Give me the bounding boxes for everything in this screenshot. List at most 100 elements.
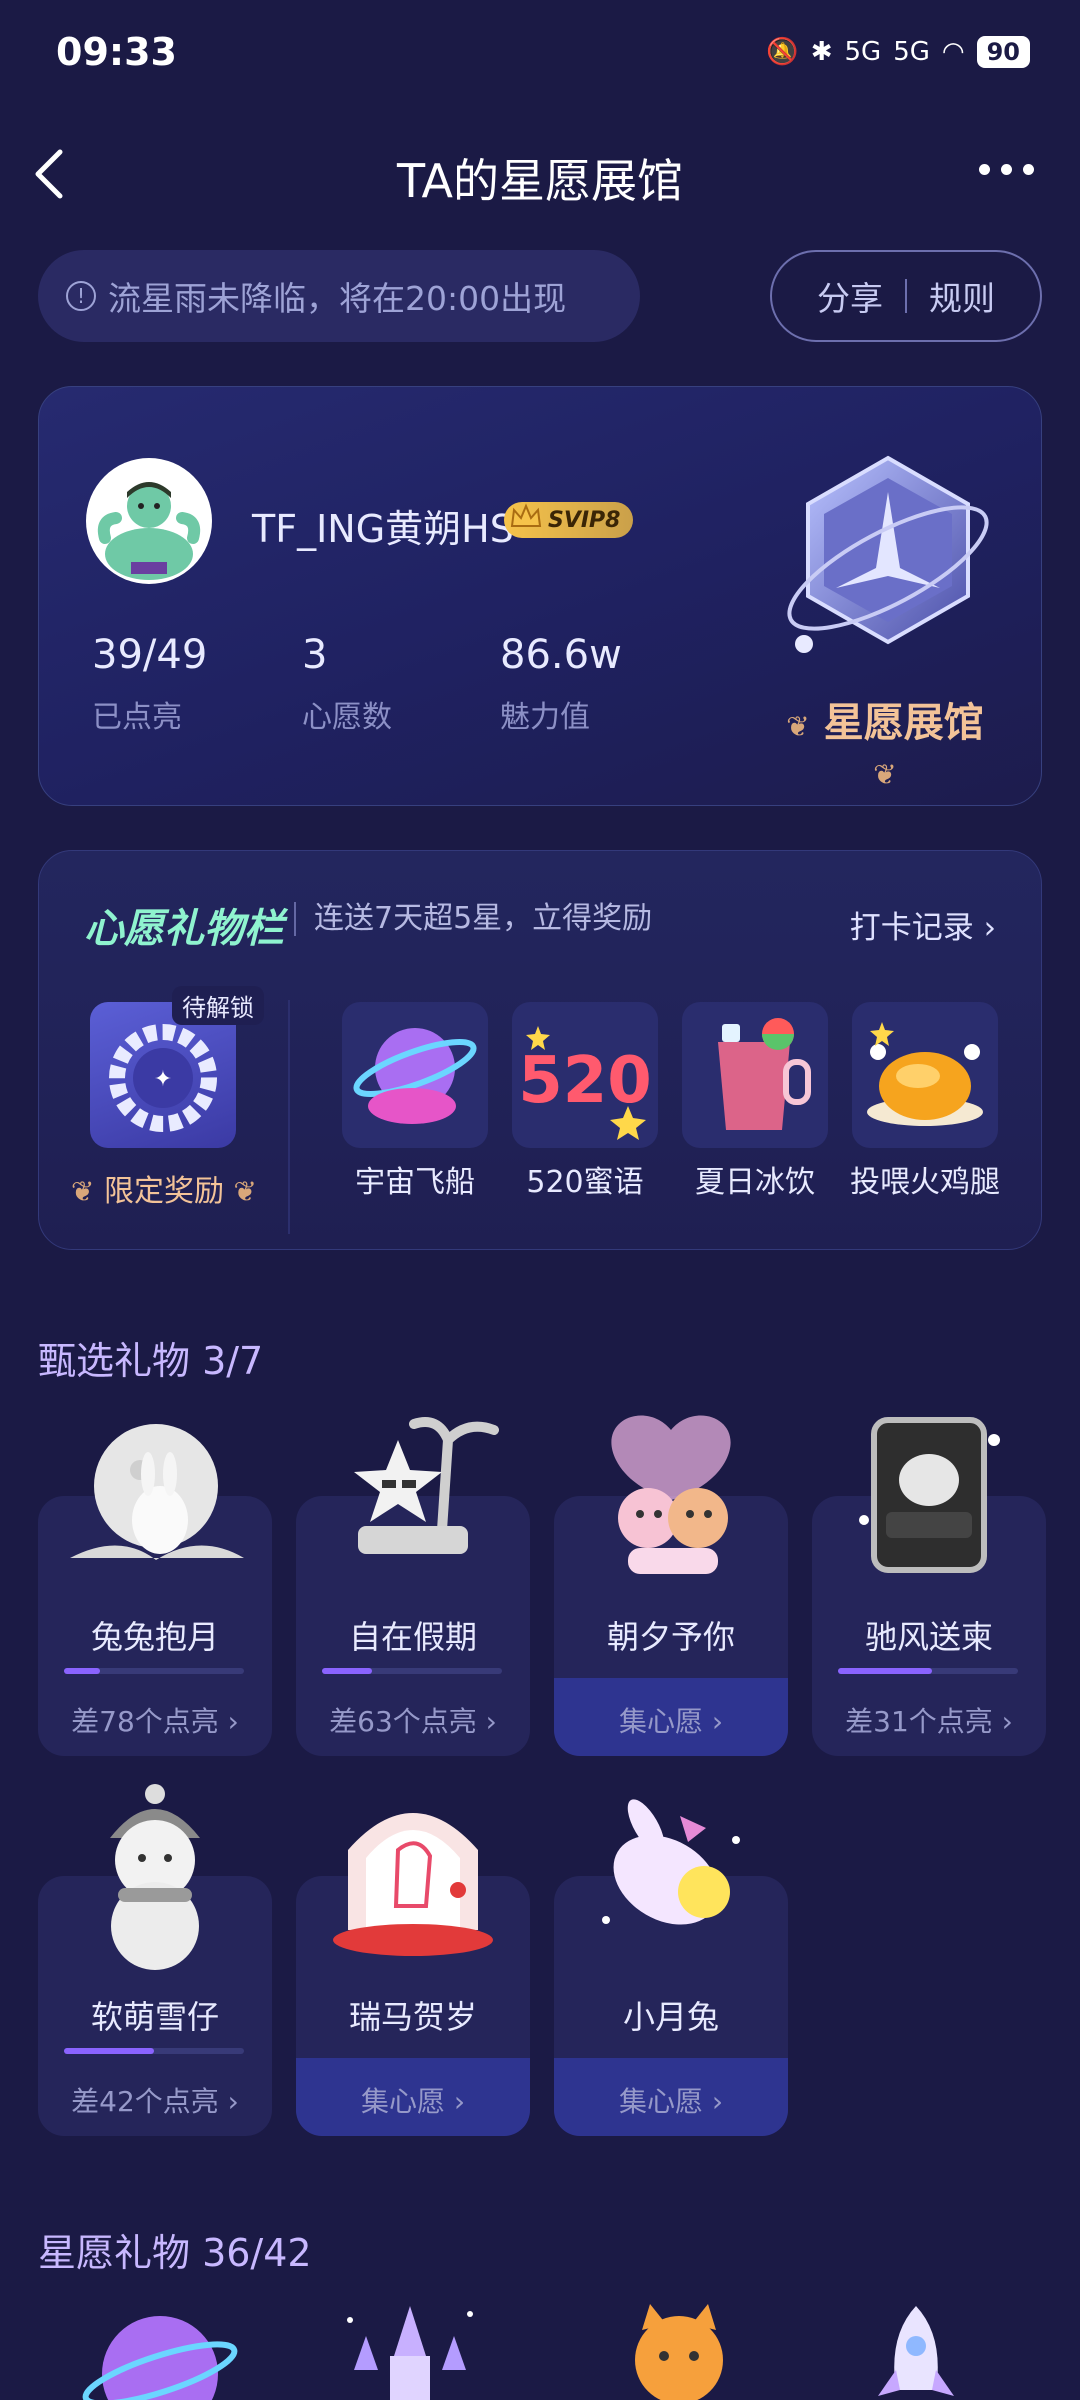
featured-gifts-title: 甄选礼物 3/7 (38, 1339, 264, 1383)
share-rules-pill: 分享 规则 (770, 250, 1042, 342)
page-title: TA的星愿展馆 (397, 154, 683, 208)
gift-label: 夏日冰饮 (695, 1165, 815, 1200)
gift-footer: 差31个点亮 › (812, 1700, 1046, 1740)
gift-label: 520蜜语 (526, 1165, 644, 1200)
moon-rabbit-image (70, 1424, 244, 1560)
gift-tile-520[interactable]: 520 (512, 1002, 658, 1148)
gift-footer: 差42个点亮 › (38, 2080, 272, 2120)
lucky-cat-gift-image (635, 2304, 723, 2400)
svg-text:520: 520 (518, 1044, 652, 1118)
progress-fill (64, 1668, 100, 1674)
meteor-notice: ! 流星雨未降临，将在20:00出现 (38, 250, 640, 342)
collect-wish-label: 集心愿 (618, 1705, 703, 1738)
progress-fill (322, 1668, 373, 1674)
stat-value: 39/49 (92, 632, 208, 678)
gift-footer: 差63个点亮 › (296, 1700, 530, 1740)
progress-bar (64, 2048, 244, 2054)
locked-tag: 待解锁 (172, 986, 264, 1025)
stat-charm: 86.6w 魅力值 (500, 632, 622, 736)
gift-tile-spaceship[interactable] (342, 1002, 488, 1148)
svip-badge: SVIP8 (504, 502, 633, 538)
info-icon: ! (66, 281, 96, 311)
gift-footer-text: 差63个点亮 (329, 1705, 477, 1738)
gift-footer: 差78个点亮 › (38, 1700, 272, 1740)
rules-button[interactable]: 规则 (929, 272, 995, 320)
checkin-record-label: 打卡记录 (849, 910, 974, 946)
chevron-right-icon: › (702, 2085, 724, 2118)
progress-bar (838, 1668, 1018, 1674)
mute-icon: 🔕 (766, 37, 799, 67)
gift-name: 软萌雪仔 (90, 1998, 219, 2036)
rocket-gift-image (878, 2306, 954, 2396)
collect-wish-button[interactable]: 集心愿 › (554, 1700, 788, 1740)
status-icons: 🔕 ✱ 5G 5G ◠ 90 (766, 36, 1030, 68)
progress-bar (64, 1668, 244, 1674)
chevron-right-icon: › (702, 1705, 724, 1738)
collect-wish-button[interactable]: 集心愿 › (554, 2080, 788, 2120)
gift-footer-text: 差31个点亮 (845, 1705, 993, 1738)
hall-label-text: 星愿展馆 (823, 700, 984, 746)
gift-name: 驰风送柬 (864, 1618, 993, 1656)
status-time: 09:33 (56, 30, 177, 74)
signal-icon: 5G (844, 37, 882, 67)
chevron-right-icon: › (992, 1705, 1013, 1738)
divider (905, 279, 907, 313)
star-gifts-title: 星愿礼物 36/42 (38, 2231, 312, 2275)
chevron-right-icon: › (476, 1705, 497, 1738)
gift-tile-turkey-leg[interactable] (852, 1002, 998, 1148)
horse-new-year-image (333, 1813, 493, 1956)
gift-tile-summer-drink[interactable] (682, 1002, 828, 1148)
stat-value: 3 (302, 632, 328, 678)
progress-bar (322, 1668, 502, 1674)
little-moon-rabbit-image (602, 1799, 740, 1925)
stat-label: 已点亮 (92, 700, 182, 735)
chevron-right-icon: › (218, 1705, 239, 1738)
username: TF_ING黄朔HS (252, 507, 514, 551)
stat-lit: 39/49 已点亮 (92, 632, 207, 736)
collect-wish-label: 集心愿 (360, 2085, 445, 2118)
free-holiday-image (354, 1417, 499, 1554)
wifi-icon: ◠ (941, 37, 965, 67)
chevron-right-icon: › (983, 910, 996, 946)
stat-value: 86.6w (500, 632, 622, 678)
notice-text: 流星雨未降临，将在20:00出现 (108, 279, 567, 318)
limited-reward-text: 限定奖励 (104, 1174, 224, 1209)
bluetooth-icon: ✱ (810, 37, 833, 67)
gift-name: 兔兔抱月 (90, 1618, 219, 1656)
chevron-right-icon: › (218, 2085, 239, 2118)
stat-label: 心愿数 (302, 700, 392, 735)
hall-label: ❦ 星愿展馆 ❦ (770, 690, 1000, 794)
limited-reward-label: ❦ 限定奖励 ❦ (64, 1166, 264, 1210)
avatar[interactable] (86, 458, 212, 584)
laurel-right-icon: ❦ (233, 1175, 258, 1208)
gift-name: 瑞马贺岁 (348, 1998, 477, 2036)
chevron-right-icon: › (444, 2085, 466, 2118)
crown-icon (510, 503, 542, 527)
progress-fill (64, 2048, 154, 2054)
gift-footer-text: 差42个点亮 (71, 2085, 219, 2118)
collect-wish-button[interactable]: 集心愿 › (296, 2080, 530, 2120)
wish-bar-title: 心愿礼物栏 (84, 906, 284, 952)
battery-indicator: 90 (976, 36, 1030, 68)
gift-name: 小月兔 (622, 1998, 719, 2036)
svg-text:✦: ✦ (154, 1067, 172, 1092)
star-hall-emblem-icon (787, 455, 989, 653)
together-bears-image (611, 1415, 731, 1574)
gift-footer-text: 差78个点亮 (71, 1705, 219, 1738)
share-button[interactable]: 分享 (817, 272, 883, 320)
collect-wish-label: 集心愿 (618, 2085, 703, 2118)
progress-fill (838, 1668, 932, 1674)
laurel-left-icon: ❦ (786, 710, 810, 743)
snow-buddy-image (110, 1784, 200, 1970)
gift-label: 投喂火鸡腿 (850, 1165, 1000, 1200)
stat-wishes: 3 心愿数 (302, 632, 392, 736)
wind-invite-image (859, 1417, 1000, 1573)
gift-name: 自在假期 (348, 1618, 477, 1656)
planet-gift-image (82, 2316, 238, 2400)
laurel-left-icon: ❦ (70, 1175, 95, 1208)
more-icon[interactable] (979, 164, 1034, 175)
wish-bar-subtitle: 连送7天超5星，立得奖励 (294, 902, 652, 936)
laurel-right-icon: ❦ (873, 758, 897, 791)
divider (288, 1000, 290, 1234)
checkin-record-link[interactable]: 打卡记录 › (850, 902, 996, 947)
